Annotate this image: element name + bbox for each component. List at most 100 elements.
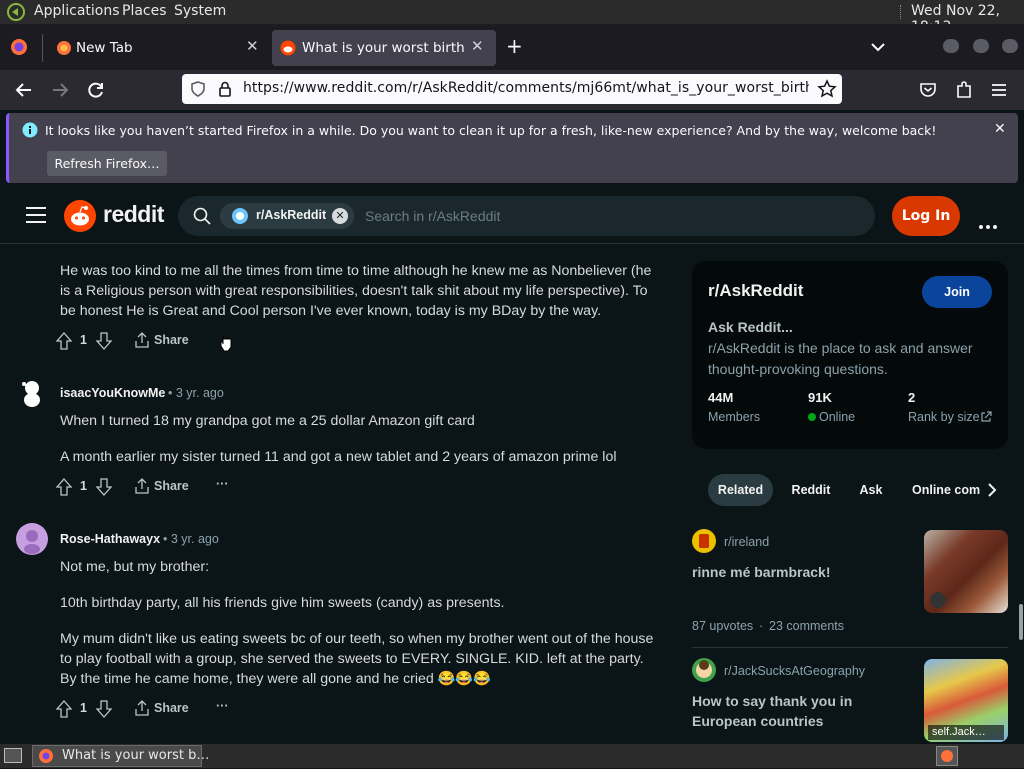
external-link-icon[interactable] [980,410,992,428]
minimize-window-icon[interactable] [943,39,959,53]
pocket-icon[interactable] [919,81,937,103]
rank-label[interactable]: Rank by size [908,410,980,424]
related-post-title[interactable]: rinne mé barmbrack! [692,562,831,582]
subreddit-name[interactable]: r/AskReddit [708,281,803,301]
gnome-foot-icon[interactable] [6,3,26,25]
avatar[interactable] [16,523,48,559]
comment-body: 10th birthday party, all his friends giv… [60,595,505,611]
share-icon[interactable] [134,478,150,497]
shield-icon[interactable] [190,81,206,101]
places-menu[interactable]: Places [122,3,167,19]
url-text[interactable]: https://www.reddit.com/r/AskReddit/comme… [243,80,809,96]
subreddit-avatar-icon [232,208,248,228]
subreddit-chip[interactable]: r/AskReddit ✕ [220,203,354,229]
vote-count: 1 [80,701,87,715]
taskbar-window-button[interactable]: What is your worst b… [32,745,209,768]
downvote-icon[interactable] [95,700,113,721]
tab-title: What is your worst birthday [302,40,464,56]
online-dot-icon [808,413,816,421]
lock-icon[interactable] [218,81,232,101]
tab-new-tab[interactable]: New Tab ✕ [48,30,268,66]
close-tab-icon[interactable]: ✕ [246,37,259,55]
share-icon[interactable] [134,332,150,351]
related-post-thumbnail[interactable] [924,530,1008,613]
join-button[interactable]: Join [922,276,992,308]
close-notification-icon[interactable]: ✕ [994,121,1006,137]
related-post-title[interactable]: How to say thank you in European countri… [692,691,892,731]
reddit-wordmark[interactable]: reddit [103,201,164,228]
forward-icon[interactable] [50,80,70,104]
vote-count: 1 [80,479,87,493]
share-button[interactable]: Share [154,701,189,715]
firefox-icon [38,748,54,768]
search-icon [193,207,211,229]
share-button[interactable]: Share [154,479,189,493]
subreddit-avatar-icon[interactable] [692,529,716,557]
refresh-firefox-button[interactable]: Refresh Firefox… [47,151,167,176]
search-input[interactable]: Search in r/AskReddit [365,208,500,224]
comment-author[interactable]: Rose-Hathawayx [60,532,160,546]
related-post-thumbnail[interactable]: self.Jack… [924,659,1008,742]
page-scrollbar[interactable] [1019,604,1023,640]
hamburger-menu-icon[interactable] [26,207,46,227]
related-comments: 23 comments [769,619,845,633]
online-count: 91K [808,390,832,405]
more-options-button[interactable]: ··· [216,699,229,713]
close-tab-icon[interactable]: ✕ [471,37,484,55]
remove-chip-icon[interactable]: ✕ [332,208,348,224]
related-subreddit[interactable]: r/ireland [724,535,769,549]
comment-author[interactable]: isaacYouKnowMe [60,386,165,400]
comment-body: When I turned 18 my grandpa got me a 25 … [60,413,475,429]
comment-actions: 1 Share ··· [55,476,256,499]
url-bar[interactable]: https://www.reddit.com/r/AskReddit/comme… [182,74,842,104]
workspace-switcher[interactable] [936,746,958,766]
firefox-view-icon[interactable] [10,38,28,60]
comment-body: Not me, but my brother: [60,559,210,575]
more-options-button[interactable]: ··· [216,477,229,491]
chip-label: r/AskReddit [256,208,327,222]
upvote-icon[interactable] [55,700,73,721]
downvote-icon[interactable] [95,332,113,353]
system-menu[interactable]: System [174,3,226,19]
applications-menu[interactable]: Applications [34,3,120,19]
related-subreddit[interactable]: r/JackSucksAtGeography [724,664,865,678]
nav-bar: https://www.reddit.com/r/AskReddit/comme… [0,70,1024,110]
reddit-logo-icon[interactable] [64,200,96,236]
tab-bar: New Tab ✕ What is your worst birthday ✕ … [0,24,1024,70]
back-icon[interactable] [14,80,34,104]
tab-online-community[interactable]: Online com [904,474,980,506]
upvote-icon[interactable] [55,332,73,353]
notification-message: It looks like you haven’t started Firefo… [45,123,937,138]
tab-ask[interactable]: Ask [850,474,892,506]
new-tab-icon[interactable]: + [506,34,523,58]
comment-body: A month earlier my sister turned 11 and … [60,449,617,465]
extensions-icon[interactable] [955,80,973,104]
panel-separator [900,5,903,19]
maximize-window-icon[interactable] [973,39,989,53]
reload-icon[interactable] [86,80,106,104]
menu-icon[interactable] [991,82,1007,101]
tab-reddit[interactable]: Reddit [781,474,841,506]
show-desktop-icon[interactable] [4,748,22,763]
bookmark-star-icon[interactable] [817,79,837,103]
members-count: 44M [708,390,734,405]
share-button[interactable]: Share [154,333,189,347]
more-options-icon[interactable] [979,214,997,233]
online-label: Online [819,410,856,424]
close-window-icon[interactable] [1002,39,1018,53]
notification-bar: It looks like you haven’t started Firefo… [6,113,1018,183]
tab-active[interactable]: What is your worst birthday ✕ [272,30,496,66]
comment-timestamp[interactable]: • 3 yr. ago [163,532,219,546]
comment-timestamp[interactable]: • 3 yr. ago [168,386,224,400]
share-icon[interactable] [134,700,150,719]
list-all-tabs-icon[interactable] [870,38,886,57]
firefox-icon [56,40,72,60]
avatar[interactable] [18,378,48,414]
subreddit-avatar-icon[interactable] [692,658,716,686]
tab-related[interactable]: Related [708,474,773,506]
login-button[interactable]: Log In [892,196,960,236]
upvote-icon[interactable] [55,478,73,499]
downvote-icon[interactable] [95,478,113,499]
search-bar[interactable]: r/AskReddit ✕ Search in r/AskReddit [178,196,875,236]
scroll-right-chevron-icon[interactable] [986,482,998,502]
